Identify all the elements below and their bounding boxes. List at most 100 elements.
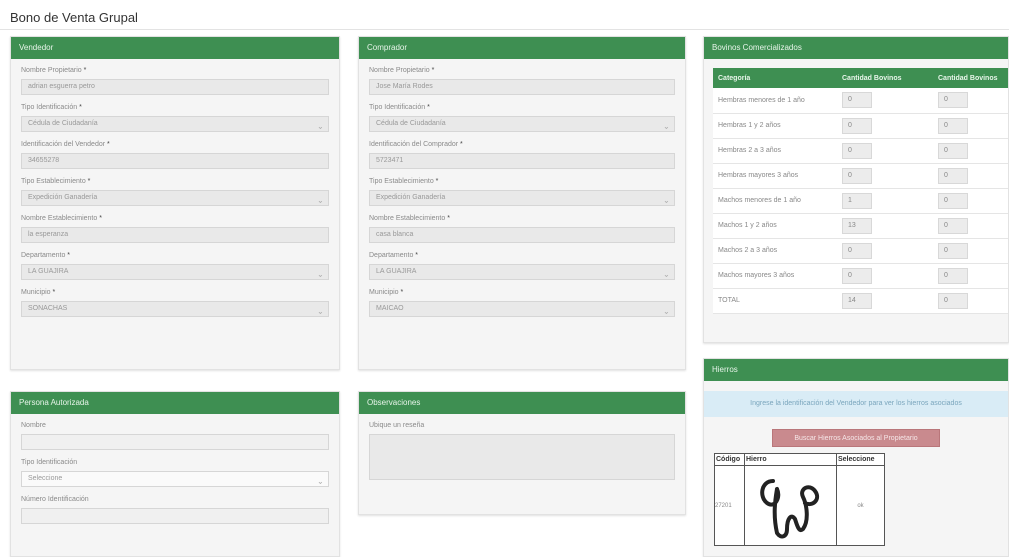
bovinos-categoria: Machos mayores 3 años [713, 263, 837, 289]
vendedor-select[interactable]: Cédula de Ciudadanía [21, 116, 329, 132]
bovinos-cantidad-cell: 0 [933, 238, 1008, 264]
observaciones-textarea[interactable] [369, 434, 675, 480]
bovinos-cantidad-input[interactable]: 0 [938, 92, 968, 109]
bovinos-cantidad-cell: 0 [837, 113, 933, 139]
comprador-input[interactable]: casa blanca [369, 227, 675, 243]
bovinos-categoria: Machos 2 a 3 años [713, 238, 837, 264]
vendedor-input[interactable]: la esperanza [21, 227, 329, 243]
vendedor-field: Identificación del Vendedor * 34655278 [21, 141, 329, 169]
bovinos-cantidad-input[interactable]: 0 [938, 167, 968, 184]
bovinos-cantidad-input[interactable]: 0 [938, 217, 968, 234]
page-title: Bono de Venta Grupal [10, 10, 138, 25]
persona-header: Persona Autorizada [11, 392, 339, 414]
hierros-info-alert: Ingrese la identificación del Vendedor p… [704, 391, 1008, 417]
comprador-input[interactable]: Jose María Rodes [369, 79, 675, 95]
bovinos-cantidad-input[interactable]: 0 [842, 92, 872, 109]
persona-form: Nombre Tipo Identificación Seleccione Númer… [11, 414, 339, 541]
hierros-header: Hierros [704, 359, 1008, 381]
bovinos-cantidad-input[interactable]: 0 [938, 292, 968, 309]
col-cantidad-2: Cantidad Bovinos [933, 68, 1008, 88]
vendedor-select[interactable]: SONACHAS [21, 301, 329, 317]
vendedor-field: Departamento * LA GUAJIRA [21, 252, 329, 280]
bovinos-cantidad-input[interactable]: 0 [842, 117, 872, 134]
vendedor-header: Vendedor [11, 37, 339, 59]
persona-input[interactable] [21, 508, 329, 524]
vendedor-form: Nombre Propietario * adrian esguerra petr… [11, 59, 339, 334]
bovinos-cantidad-input[interactable]: 13 [842, 217, 872, 234]
bovinos-cantidad-cell: 0 [933, 213, 1008, 239]
vendedor-field-label: Nombre Establecimiento * [21, 215, 102, 222]
vendedor-field-label: Nombre Propietario * [21, 67, 87, 74]
hierro-seleccione[interactable]: ok [836, 465, 885, 546]
comprador-field-label: Nombre Propietario * [369, 67, 435, 74]
bovinos-table: Categoría Cantidad Bovinos Cantidad Bovi… [713, 68, 1008, 314]
bovinos-row: Hembras menores de 1 año 0 0 [713, 88, 1008, 114]
vendedor-field-label: Identificación del Vendedor * [21, 141, 110, 148]
vendedor-field-label: Tipo Establecimiento * [21, 178, 91, 185]
comprador-field-label: Municipio * [369, 289, 404, 296]
persona-field-label: Número Identificación [21, 496, 89, 503]
bovinos-cantidad-cell: 13 [837, 213, 933, 239]
comprador-select[interactable]: Cédula de Ciudadanía [369, 116, 675, 132]
bovinos-cantidad-input[interactable]: 1 [842, 192, 872, 209]
bovinos-cantidad-input[interactable]: 0 [842, 242, 872, 259]
bovinos-categoria: Hembras 2 a 3 años [713, 138, 837, 164]
vendedor-select[interactable]: Expedición Ganadería [21, 190, 329, 206]
buscar-hierros-button[interactable]: Buscar Hierros Asociados al Propietario [772, 429, 940, 447]
vendedor-field: Tipo Establecimiento * Expedición Ganader… [21, 178, 329, 206]
bovinos-cantidad-input[interactable]: 0 [842, 142, 872, 159]
bovinos-cantidad-cell: 0 [933, 113, 1008, 139]
comprador-header: Comprador [359, 37, 685, 59]
vendedor-input[interactable]: 34655278 [21, 153, 329, 169]
comprador-select[interactable]: MAICAO [369, 301, 675, 317]
comprador-field: Nombre Establecimiento * casa blanca [369, 215, 675, 243]
observaciones-panel: Observaciones Ubique un reseña [358, 391, 686, 515]
bovinos-categoria: TOTAL [713, 288, 837, 314]
bovinos-categoria: Hembras 1 y 2 años [713, 113, 837, 139]
comprador-select[interactable]: LA GUAJIRA [369, 264, 675, 280]
bovinos-cantidad-input[interactable]: 0 [938, 142, 968, 159]
persona-field: Tipo Identificación Seleccione [21, 459, 329, 487]
col-cantidad-1: Cantidad Bovinos [837, 68, 933, 88]
bovinos-categoria: Hembras mayores 3 años [713, 163, 837, 189]
bovinos-cantidad-input[interactable]: 0 [938, 267, 968, 284]
observaciones-header: Observaciones [359, 392, 685, 414]
vendedor-field: Nombre Propietario * adrian esguerra petr… [21, 67, 329, 95]
bovinos-row: Hembras 2 a 3 años 0 0 [713, 138, 1008, 164]
bovinos-cantidad-input[interactable]: 0 [842, 267, 872, 284]
comprador-select[interactable]: Expedición Ganadería [369, 190, 675, 206]
bovinos-cantidad-cell: 0 [933, 188, 1008, 214]
bovinos-cantidad-cell: 14 [837, 288, 933, 314]
bovinos-cantidad-input[interactable]: 14 [842, 292, 872, 309]
bovinos-row: Machos menores de 1 año 1 0 [713, 188, 1008, 214]
bovinos-cantidad-cell: 0 [837, 88, 933, 114]
persona-input[interactable] [21, 434, 329, 450]
vendedor-input[interactable]: adrian esguerra petro [21, 79, 329, 95]
bovinos-row: TOTAL 14 0 [713, 288, 1008, 314]
hierro-brand-image [744, 465, 837, 546]
persona-select[interactable]: Seleccione [21, 471, 329, 487]
comprador-field-label: Departamento * [369, 252, 419, 259]
bovinos-cantidad-cell: 0 [837, 263, 933, 289]
bovinos-cantidad-input[interactable]: 0 [938, 192, 968, 209]
hierros-panel: Hierros Ingrese la identificación del Ve… [703, 358, 1009, 557]
bovinos-cantidad-input[interactable]: 0 [938, 117, 968, 134]
bovinos-cantidad-cell: 0 [933, 88, 1008, 114]
vendedor-select[interactable]: LA GUAJIRA [21, 264, 329, 280]
comprador-input[interactable]: 5723471 [369, 153, 675, 169]
bovinos-cantidad-cell: 0 [933, 263, 1008, 289]
vendedor-field: Nombre Establecimiento * la esperanza [21, 215, 329, 243]
col-seleccione: Seleccione [836, 453, 885, 466]
comprador-field-label: Nombre Establecimiento * [369, 215, 450, 222]
persona-field: Número Identificación [21, 496, 329, 524]
bovinos-cantidad-cell: 1 [837, 188, 933, 214]
bovinos-cantidad-input[interactable]: 0 [842, 167, 872, 184]
bovinos-row: Machos 1 y 2 años 13 0 [713, 213, 1008, 239]
bovinos-categoria: Hembras menores de 1 año [713, 88, 837, 114]
bovinos-row: Machos mayores 3 años 0 0 [713, 263, 1008, 289]
bovinos-cantidad-cell: 0 [837, 163, 933, 189]
bovinos-categoria: Machos menores de 1 año [713, 188, 837, 214]
vendedor-field: Municipio * SONACHAS [21, 289, 329, 317]
bovinos-cantidad-input[interactable]: 0 [938, 242, 968, 259]
vendedor-panel: Vendedor Nombre Propietario * adrian esgu… [10, 36, 340, 370]
